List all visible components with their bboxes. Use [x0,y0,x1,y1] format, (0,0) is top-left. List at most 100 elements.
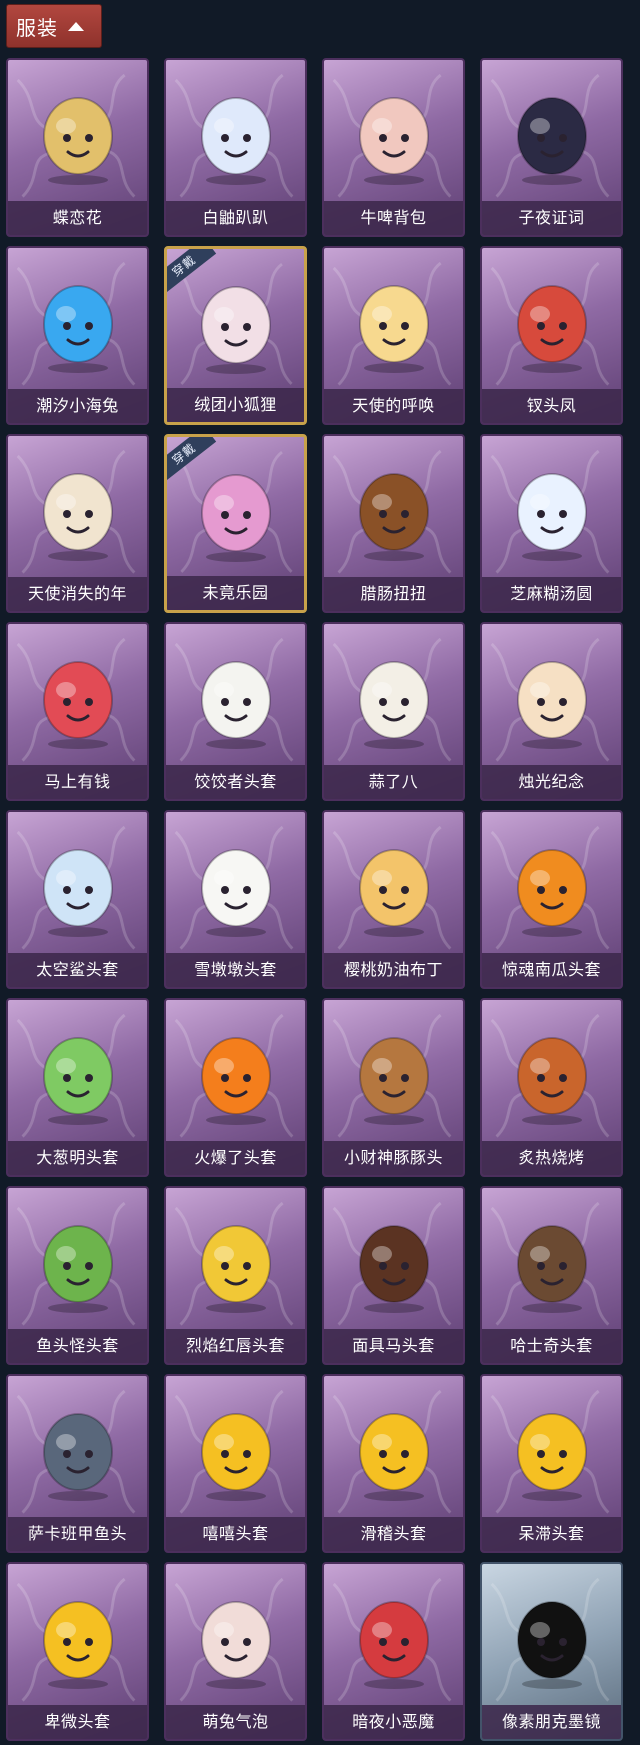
dachshund-icon [358,473,429,561]
outfit-card[interactable]: 芝麻糊汤圆 [480,434,623,613]
outfit-name: 钗头凤 [482,389,621,423]
outfit-card[interactable]: 太空鲨头套 [6,810,149,989]
outfit-card[interactable]: 像素朋克墨镜 [480,1562,623,1741]
husky-head-icon [516,1225,587,1313]
humble-emoji-icon [42,1601,113,1689]
grin-emoji-icon [200,1413,271,1501]
scallion-icon [42,1037,113,1125]
outfit-name: 蒜了八 [324,765,463,799]
pumpkin-icon [516,849,587,937]
outfit-card[interactable]: 饺饺者头套 [164,622,307,801]
outfit-name: 未竟乐园 [167,576,304,610]
outfit-card[interactable]: 天使消失的年 [6,434,149,613]
outfit-card[interactable]: 蝶恋花 [6,58,149,237]
outfit-name: 萌兔气泡 [166,1705,305,1739]
outfit-card[interactable]: 烈焰红唇头套 [164,1186,307,1365]
pudding-icon [358,849,429,937]
smirk-emoji-icon [358,1413,429,1501]
white-weasel-icon [200,97,271,185]
outfit-card[interactable]: 大葱明头套 [6,998,149,1177]
pixel-sunglasses-icon [516,1601,587,1689]
outfit-card[interactable]: 哈士奇头套 [480,1186,623,1365]
outfit-name: 牛啤背包 [324,201,463,235]
dazed-emoji-icon [516,1413,587,1501]
cow-beer-backpack-icon [358,97,429,185]
outfit-name: 卑微头套 [8,1705,147,1739]
outfit-card[interactable]: 牛啤背包 [322,58,465,237]
outfit-name: 子夜证词 [482,201,621,235]
outfit-name: 天使的呼唤 [324,389,463,423]
horse-mask-icon [358,1225,429,1313]
outfit-name: 蝶恋花 [8,201,147,235]
outfit-card[interactable]: 马上有钱 [6,622,149,801]
pink-hair-girl-icon [200,474,271,562]
outfit-name: 嘻嘻头套 [166,1517,305,1551]
outfit-name: 暗夜小恶魔 [324,1705,463,1739]
dumpling-head-icon [200,661,271,749]
outfit-card[interactable]: 炙热烧烤 [480,998,623,1177]
outfit-name: 樱桃奶油布丁 [324,953,463,987]
phoenix-crown-icon [516,285,587,373]
outfit-card[interactable]: 惊魂南瓜头套 [480,810,623,989]
outfit-name: 马上有钱 [8,765,147,799]
outfit-card[interactable]: 小财神豚豚头 [322,998,465,1177]
outfit-card[interactable]: 穿戴 未竟乐园 [164,434,307,613]
fire-head-icon [200,1037,271,1125]
outfit-card[interactable]: 子夜证词 [480,58,623,237]
fish-head-icon [42,1225,113,1313]
candle-icon [516,661,587,749]
outfit-name: 芝麻糊汤圆 [482,577,621,611]
midnight-owl-icon [516,97,587,185]
outfit-card[interactable]: 白鼬趴趴 [164,58,307,237]
outfit-name: 哈士奇头套 [482,1329,621,1363]
veiled-angel-icon [42,473,113,561]
angel-doll-icon [358,285,429,373]
outfit-card[interactable]: 钗头凤 [480,246,623,425]
outfit-card[interactable]: 鱼头怪头套 [6,1186,149,1365]
fluffy-fox-icon [200,286,271,374]
outfit-card[interactable]: 樱桃奶油布丁 [322,810,465,989]
outfit-card[interactable]: 雪墩墩头套 [164,810,307,989]
outfit-name: 白鼬趴趴 [166,201,305,235]
snowman-head-icon [200,849,271,937]
outfit-card[interactable]: 滑稽头套 [322,1374,465,1553]
outfit-card[interactable]: 嘻嘻头套 [164,1374,307,1553]
outfit-name: 火爆了头套 [166,1141,305,1175]
bbq-meat-icon [516,1037,587,1125]
outfit-name: 雪墩墩头套 [166,953,305,987]
capybara-icon [358,1037,429,1125]
outfit-name: 烛光纪念 [482,765,621,799]
outfit-name: 小财神豚豚头 [324,1141,463,1175]
outfit-name: 太空鲨头套 [8,953,147,987]
garlic-icon [358,661,429,749]
outfit-card[interactable]: 潮汐小海兔 [6,246,149,425]
outfit-name: 绒团小狐狸 [167,388,304,422]
outfit-name: 大葱明头套 [8,1141,147,1175]
outfit-name: 萨卡班甲鱼头 [8,1517,147,1551]
outfit-card[interactable]: 萌兔气泡 [164,1562,307,1741]
outfit-name: 滑稽头套 [324,1517,463,1551]
outfit-card[interactable]: 蒜了八 [322,622,465,801]
outfit-category-dropdown[interactable]: 服装 [6,4,102,48]
pikachu-head-icon [200,1225,271,1313]
outfit-card[interactable]: 面具马头套 [322,1186,465,1365]
outfit-name: 腊肠扭扭 [324,577,463,611]
sacabambaspis-icon [42,1413,113,1501]
outfit-card[interactable]: 天使的呼唤 [322,246,465,425]
outfit-card[interactable]: 火爆了头套 [164,998,307,1177]
outfit-card[interactable]: 呆滞头套 [480,1374,623,1553]
butterfly-flower-ornament-icon [42,97,113,185]
outfit-card[interactable]: 暗夜小恶魔 [322,1562,465,1741]
caret-up-icon [68,21,84,31]
sea-rabbit-icon [42,285,113,373]
outfit-card[interactable]: 腊肠扭扭 [322,434,465,613]
outfit-card[interactable]: 卑微头套 [6,1562,149,1741]
night-devil-icon [358,1601,429,1689]
outfit-name: 炙热烧烤 [482,1141,621,1175]
outfit-card[interactable]: 穿戴 绒团小狐狸 [164,246,307,425]
outfit-card[interactable]: 烛光纪念 [480,622,623,801]
bunny-bubble-icon [200,1601,271,1689]
outfit-card[interactable]: 萨卡班甲鱼头 [6,1374,149,1553]
outfit-name: 鱼头怪头套 [8,1329,147,1363]
category-title: 服装 [16,15,58,40]
